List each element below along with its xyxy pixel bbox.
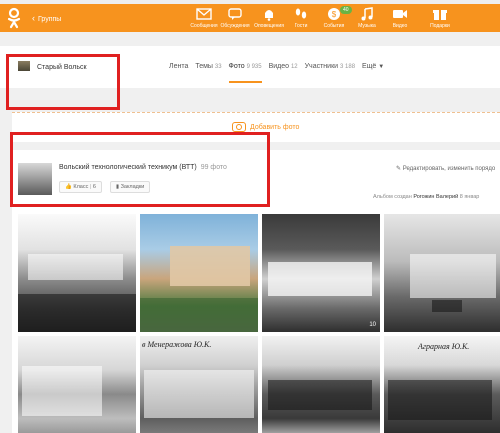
- edit-label: Редактировать, изменить порядо: [402, 166, 496, 172]
- tab-count: 12: [290, 64, 298, 70]
- tab-label: Фото: [228, 63, 245, 70]
- edit-album-link[interactable]: ✎ Редактировать, изменить порядо: [396, 165, 495, 172]
- tab-videos[interactable]: Видео 12: [269, 63, 298, 70]
- back-label: Группы: [38, 16, 62, 23]
- add-photo-button[interactable]: Добавить фото: [232, 122, 299, 132]
- crowd-shape: [268, 380, 372, 410]
- building-shape: [410, 254, 496, 298]
- gift-icon: [433, 10, 447, 20]
- highlight-box-album: [10, 132, 270, 207]
- triangle-down-icon: ▼: [378, 64, 385, 70]
- top-navigation-bar: ‹ Группы Сообщения Обсуждения Оповещения …: [0, 4, 500, 32]
- nav-label: Подарки: [430, 23, 450, 29]
- album-photo[interactable]: в Менеражова Ю.К.: [140, 336, 258, 433]
- tab-count: 33: [214, 64, 222, 70]
- album-photo[interactable]: [384, 214, 500, 332]
- photo-counter: 10: [369, 322, 376, 328]
- building-shape: [28, 254, 123, 280]
- building-shape: [170, 246, 250, 286]
- building-shape: [22, 366, 102, 416]
- tab-feed[interactable]: Лента: [169, 63, 188, 70]
- tab-label: Лента: [169, 63, 189, 70]
- album-photo[interactable]: Аграрная Ю.К.: [384, 336, 500, 433]
- nav-label: Видео: [392, 23, 408, 29]
- nav-video[interactable]: Видео: [380, 7, 420, 29]
- tab-more[interactable]: Ещё ▼: [362, 63, 384, 70]
- tab-label: Видео: [268, 63, 290, 70]
- tab-count: 9 935: [246, 64, 262, 70]
- chevron-left-icon: ‹: [32, 13, 35, 23]
- people-shape: [268, 262, 372, 296]
- tab-label: Ещё: [361, 63, 377, 70]
- add-photo-label: Добавить фото: [250, 123, 300, 131]
- photo-caption: в Менеражова Ю.К.: [142, 340, 212, 349]
- tab-topics[interactable]: Темы 33: [195, 63, 221, 70]
- building-shape: [144, 370, 254, 418]
- video-icon: [393, 10, 407, 18]
- music-icon: [361, 7, 373, 21]
- album-photo[interactable]: 10: [262, 214, 380, 332]
- bell-icon: [265, 10, 273, 21]
- created-date: 8 январ: [459, 194, 480, 200]
- back-to-groups-link[interactable]: ‹ Группы: [32, 13, 61, 23]
- foreground-shape: [18, 294, 136, 332]
- album-author-link[interactable]: Рогожин Валерий: [413, 194, 458, 200]
- group-tabs: Лента Темы 33 Фото 9 935 Видео 12 Участн…: [169, 63, 389, 83]
- album-created-info: Альбом создан Рогожин Валерий 8 январ: [373, 194, 479, 200]
- tab-members[interactable]: Участники 3 188: [305, 63, 355, 70]
- created-prefix: Альбом создан: [373, 194, 412, 200]
- album-photo[interactable]: [18, 214, 136, 332]
- album-photo[interactable]: [262, 336, 380, 433]
- trees-shape: [140, 298, 258, 332]
- tab-label: Участники: [304, 63, 339, 70]
- camera-icon: [232, 122, 246, 132]
- mail-icon: [196, 8, 212, 20]
- footprints-icon: [295, 8, 307, 19]
- tab-photos[interactable]: Фото 9 935: [228, 63, 262, 83]
- nav-gifts[interactable]: Подарки: [420, 7, 460, 29]
- album-photo[interactable]: [18, 336, 136, 433]
- truck-shape: [432, 300, 462, 312]
- discussions-icon: [228, 8, 242, 20]
- pencil-icon: ✎: [396, 166, 402, 172]
- tab-label: Темы: [195, 63, 213, 70]
- album-photo[interactable]: [140, 214, 258, 332]
- svg-text:$: $: [332, 10, 337, 19]
- crowd-shape: [388, 380, 492, 420]
- highlight-box-group-name: [6, 54, 120, 110]
- ok-logo-icon[interactable]: [6, 7, 22, 29]
- photo-caption: Аграрная Ю.К.: [418, 342, 470, 351]
- tab-count: 3 188: [340, 64, 356, 70]
